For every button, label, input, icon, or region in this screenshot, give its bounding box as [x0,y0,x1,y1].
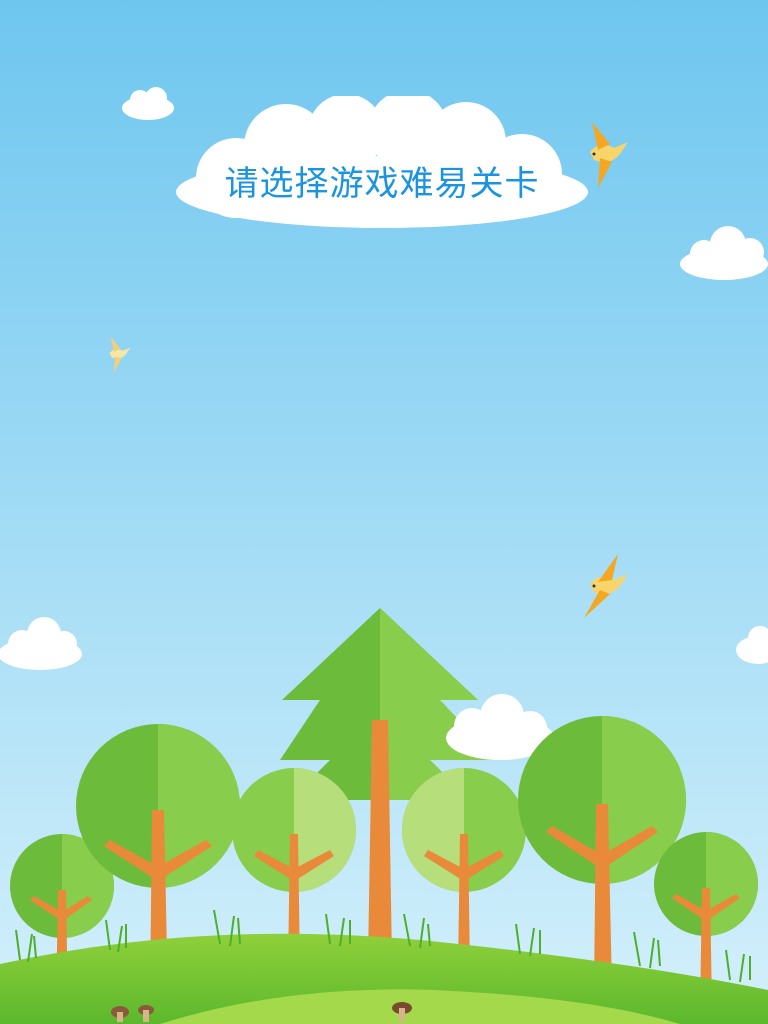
page-title: 请选择游戏难易关卡 [224,164,540,204]
title-banner: 请选择游戏难易关卡 [176,96,588,236]
